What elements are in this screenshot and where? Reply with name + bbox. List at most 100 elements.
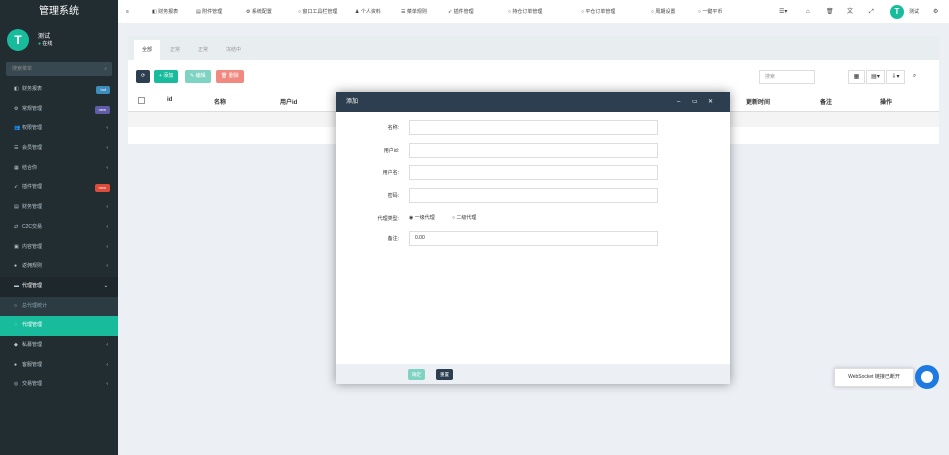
sidebar-item-label: 返佣规则: [22, 263, 43, 270]
field-username-label: 用户名:: [382, 170, 399, 176]
field-name-label: 名称:: [387, 125, 399, 131]
reset-button[interactable]: 重置: [436, 369, 453, 380]
remark-label: 备注:: [387, 236, 399, 242]
col-remark[interactable]: 备注: [820, 97, 832, 106]
expand-icon[interactable]: ⤢: [869, 0, 874, 24]
minimize-icon[interactable]: –: [677, 92, 680, 112]
user-id-input[interactable]: [409, 143, 658, 158]
menu-badge: hot: [96, 86, 110, 94]
nav-link-label: 系统配置: [251, 9, 272, 15]
top-nav-link[interactable]: ○ 平仓订单管理: [581, 0, 615, 24]
nav-link-label: 窗口工具栏管理: [302, 9, 338, 15]
col-user-id[interactable]: 用户id: [280, 97, 297, 106]
col-actions[interactable]: 操作: [880, 97, 892, 106]
sidebar-item[interactable]: ☰ 会员管理 ‹: [0, 139, 118, 159]
top-nav-link[interactable]: ▤ 附件管理: [196, 0, 222, 24]
sidebar-item[interactable]: ○ 总代理统计: [0, 296, 118, 317]
calendar-icon: ▦: [14, 164, 19, 171]
refresh-icon: ⟳: [141, 73, 146, 79]
sidebar-item[interactable]: ◧ 财务报表 hot: [0, 80, 118, 100]
top-nav-link[interactable]: ○ 周期设置: [651, 0, 675, 24]
tab-frozen[interactable]: 冻结中: [218, 40, 249, 60]
language-icon[interactable]: 文: [847, 0, 853, 24]
delete-button[interactable]: 🗑 删除: [216, 70, 244, 83]
tab-normal[interactable]: 正常: [162, 40, 188, 60]
list-dropdown-icon[interactable]: ☰▾: [779, 0, 787, 24]
user-name: 测试: [38, 34, 51, 40]
edit-button[interactable]: ✎ 编辑: [185, 70, 211, 83]
menu-badge: new: [94, 105, 110, 114]
radio-level-1[interactable]: ◉ 一级代理: [409, 214, 435, 221]
remark-input[interactable]: 0.00: [409, 231, 658, 246]
search-toggle-icon[interactable]: ⌕: [906, 70, 923, 84]
top-nav-link[interactable]: ◧ 财务报表: [152, 0, 178, 24]
top-nav-link[interactable]: ⚙ 系统配置: [246, 0, 272, 24]
col-name[interactable]: 名称: [214, 97, 226, 106]
trash-icon[interactable]: 🗑: [826, 0, 834, 24]
online-dot-icon: ●: [38, 41, 42, 47]
password-input[interactable]: [409, 188, 658, 203]
sidebar-item[interactable]: ➶ 插件管理 new: [0, 178, 118, 198]
sidebar-item-label: 私募管理: [22, 341, 43, 348]
top-nav-link[interactable]: ○ 窗口工具栏管理: [298, 0, 337, 24]
sidebar-item[interactable]: ▤ 财务管理 ‹: [0, 198, 118, 218]
sidebar-item[interactable]: 👥 权限管理 ‹: [0, 119, 118, 139]
sidebar-item-label: 财务报表: [22, 86, 43, 92]
name-input[interactable]: [409, 120, 658, 135]
add-button-label: 添加: [163, 73, 174, 79]
search-icon[interactable]: ⌕: [104, 62, 107, 76]
user-status-text: 在线: [42, 41, 53, 47]
sidebar-item[interactable]: ◎ 交易管理 ‹: [0, 375, 118, 395]
top-nav-link[interactable]: ○ 持仓订单管理: [508, 0, 542, 24]
select-all-checkbox[interactable]: [138, 97, 145, 104]
topbar-avatar[interactable]: T: [890, 5, 904, 19]
topbar-user-name[interactable]: 测试: [909, 0, 919, 24]
gears-icon[interactable]: ⚙: [933, 0, 938, 24]
home-icon[interactable]: ⌂: [806, 0, 810, 24]
bars-icon[interactable]: ≡: [126, 0, 129, 24]
field-username-row: 用户名:: [336, 165, 730, 181]
maximize-icon[interactable]: ▭: [692, 92, 698, 112]
radio-level-2[interactable]: ○ 二级代理: [452, 214, 476, 221]
sidebar-item[interactable]: ● 客服管理 ‹: [0, 356, 118, 376]
top-nav-link[interactable]: ♟ 个人资料: [355, 0, 381, 24]
table-view-icon[interactable]: ▦: [848, 70, 865, 84]
top-nav-link[interactable]: ➶ 插件管理: [448, 0, 474, 24]
username-input[interactable]: [409, 165, 658, 180]
confirm-button[interactable]: 确定: [408, 369, 425, 380]
export-dropdown-icon[interactable]: ⇩▾: [886, 70, 905, 84]
columns-dropdown-icon[interactable]: ▤▾: [866, 70, 885, 84]
refresh-button[interactable]: ⟳: [136, 70, 151, 83]
sidebar-item[interactable]: ⇄ C2C交易 ‹: [0, 218, 118, 238]
add-dialog: 添加 – ▭ ✕ 名称: 用户id: 用户名: 密码: 代理类型: ◉ 一级代理…: [336, 92, 730, 384]
chevron-icon: ‹: [106, 204, 108, 211]
table-search-input[interactable]: 搜索: [759, 70, 815, 84]
col-id[interactable]: id: [167, 97, 172, 103]
sidebar-item-label: 代理管理: [22, 322, 43, 329]
field-userid-label: 用户id:: [383, 148, 399, 154]
image-icon: ▣: [14, 243, 19, 250]
sidebar-item[interactable]: ⚙ 常规管理 new: [0, 100, 118, 120]
nav-link-label: 个人资料: [360, 9, 381, 15]
top-nav-link[interactable]: ☰ 菜单规则: [401, 0, 427, 24]
sidebar-item[interactable]: ▣ 内容管理 ‹: [0, 238, 118, 258]
tab-normal-2[interactable]: 正常: [190, 40, 216, 60]
nav-link-label: 插件管理: [453, 9, 474, 15]
chat-bubble-icon[interactable]: [915, 365, 939, 389]
field-userid-row: 用户id:: [336, 143, 730, 159]
add-button[interactable]: + 添加: [154, 70, 179, 83]
sidebar-item[interactable]: ▦ 结合你 ‹: [0, 159, 118, 179]
websocket-toast: WebSocket 链接已断开: [834, 368, 914, 387]
sidebar-item[interactable]: ▬ 代理管理 ⌄: [0, 276, 118, 297]
nav-link-label: 附件管理: [202, 9, 223, 15]
sidebar-search-input[interactable]: 搜索菜单 ⌕: [6, 62, 112, 76]
exchange-icon: ⇄: [14, 223, 19, 230]
sidebar-item[interactable]: ○ 代理管理: [0, 316, 118, 336]
sidebar-item[interactable]: ● 返佣规则 ‹: [0, 257, 118, 277]
col-updated[interactable]: 更新时间: [746, 97, 770, 106]
sidebar-item[interactable]: ◆ 私募管理 ‹: [0, 336, 118, 356]
close-icon[interactable]: ✕: [708, 92, 713, 112]
brand-title[interactable]: 管理系统: [0, 0, 118, 24]
tab-all[interactable]: 全部: [134, 40, 161, 60]
top-nav-link[interactable]: ○ 一键平币: [698, 0, 722, 24]
